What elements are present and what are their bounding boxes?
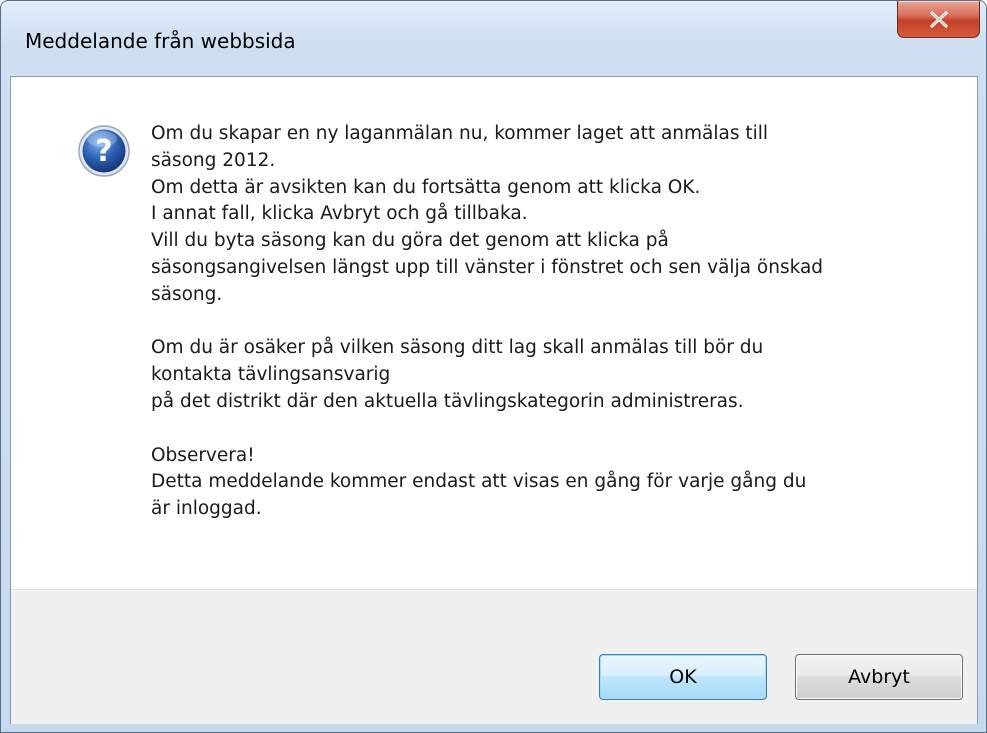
message-line: Om detta är avsikten kan du fortsätta ge…: [151, 176, 701, 198]
message-line: kontakta tävlingsansvarig: [151, 364, 391, 386]
dialog-window: Meddelande från webbsida ? Om du skapar …: [0, 0, 987, 733]
message-line: Om du skapar en ny laganmälan nu, kommer…: [151, 123, 769, 144]
message-text: Om du skapar en ny laganmälan nu, kommer…: [151, 121, 951, 523]
message-line: Vill du byta säsong kan du göra det geno…: [151, 230, 669, 252]
message-line: säsong.: [151, 283, 223, 305]
close-icon: [930, 11, 948, 28]
question-icon: ?: [78, 125, 130, 177]
message-line: säsong 2012.: [151, 149, 276, 171]
dialog-content: ? Om du skapar en ny laganmälan nu, komm…: [10, 76, 978, 724]
message-line: [151, 416, 951, 443]
ok-button[interactable]: OK: [599, 654, 767, 700]
cancel-button[interactable]: Avbryt: [795, 654, 963, 700]
button-bar: OK Avbryt: [11, 589, 977, 724]
close-button[interactable]: [897, 1, 980, 38]
message-line: Detta meddelande kommer endast att visas…: [151, 471, 807, 493]
message-line: på det distrikt där den aktuella tävling…: [151, 390, 744, 412]
svg-text:?: ?: [95, 134, 112, 169]
message-line: [151, 309, 951, 336]
message-line: säsongsangivelsen längst upp till vänste…: [151, 256, 824, 278]
message-line: Observera!: [151, 444, 255, 466]
title-bar[interactable]: Meddelande från webbsida: [1, 1, 986, 69]
message-line: Om du är osäker på vilken säsong ditt la…: [151, 337, 764, 359]
message-line: I annat fall, klicka Avbryt och gå tillb…: [151, 203, 528, 225]
message-line: är inloggad.: [151, 498, 262, 520]
window-title: Meddelande från webbsida: [25, 29, 296, 53]
